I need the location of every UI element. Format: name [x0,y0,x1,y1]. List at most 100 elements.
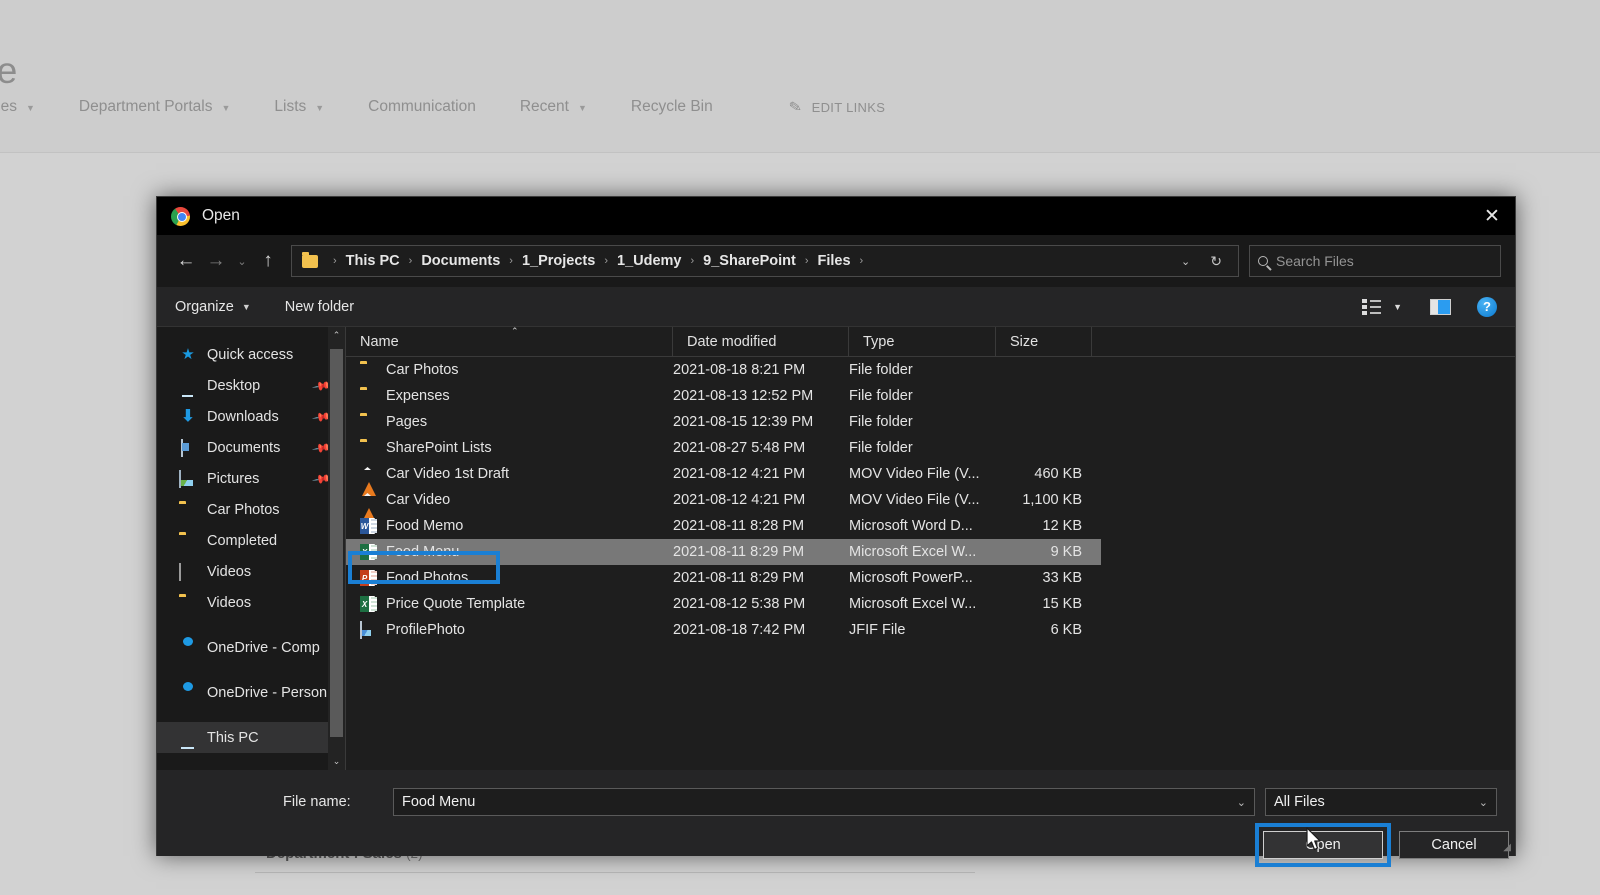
sidebar-item-quick-access[interactable]: ★ Quick access [157,339,345,370]
table-row[interactable]: Food Photos 2021-08-11 8:29 PM Microsoft… [346,565,1515,591]
refresh-icon[interactable]: ↻ [1200,253,1232,270]
nav-item-label: Communication [368,98,476,115]
scroll-down-arrow-icon[interactable]: ⌄ [328,753,345,770]
navigation-pane-scrollbar[interactable]: ⌃ ⌄ [328,327,345,770]
sidebar-item-completed[interactable]: Completed [157,525,345,556]
sidebar-item-documents[interactable]: Documents 📌 [157,432,345,463]
file-size: 15 KB [1042,596,1083,612]
chevron-down-icon[interactable]: ▼ [315,103,324,113]
table-row[interactable]: SharePoint Lists 2021-08-27 5:48 PM File… [346,435,1515,461]
file-name-value: Food Menu [402,794,476,810]
dialog-main-area: ★ Quick access Desktop 📌 ⬇ Downloads 📌 D… [157,326,1515,791]
command-bar: Organize ▼ New folder ▼ ? [157,287,1515,327]
this-pc-icon [179,730,197,746]
column-header-name[interactable]: Name ⌃ [346,326,673,357]
file-date: 2021-08-12 4:21 PM [673,492,806,508]
nav-item-pages[interactable]: ges ▼ [0,98,57,116]
sidebar-item-desktop[interactable]: Desktop 📌 [157,370,345,401]
table-row[interactable]: ProfilePhoto 2021-08-18 7:42 PM JFIF Fil… [346,617,1515,643]
file-name-cell: Car Photos [346,362,673,378]
breadcrumb-separator: › [859,255,864,267]
chevron-down-icon[interactable]: ⌄ [1171,255,1200,268]
table-row[interactable]: Car Video 1st Draft 2021-08-12 4:21 PM M… [346,461,1515,496]
table-row[interactable]: Pages 2021-08-15 12:39 PM File folder [346,409,1515,435]
change-view-button[interactable]: ▼ [1362,298,1402,315]
table-row[interactable]: Price Quote Template 2021-08-12 5:38 PM … [346,591,1515,617]
chevron-down-icon[interactable]: ▼ [578,103,587,113]
scroll-up-arrow-icon[interactable]: ⌃ [328,327,345,344]
forward-button[interactable]: → [201,246,231,276]
nav-item-recycle-bin[interactable]: Recycle Bin [609,98,735,116]
chevron-down-icon[interactable]: ▼ [1393,302,1402,312]
scrollbar-thumb[interactable] [330,349,343,737]
up-one-level-button[interactable]: ↑ [253,246,283,276]
open-button[interactable]: Open [1263,831,1383,859]
organize-button[interactable]: Organize ▼ [175,299,251,315]
folder-icon [179,502,197,518]
sidebar-item-videos-folder[interactable]: Videos [157,587,345,618]
table-row-selected[interactable]: Food Menu 2021-08-11 8:29 PM Microsoft E… [346,539,1101,565]
table-row[interactable]: Expenses 2021-08-13 12:52 PM File folder [346,383,1515,409]
file-type: File folder [849,414,913,430]
breadcrumb-1-projects[interactable]: 1_Projects [522,253,595,269]
column-header-date-modified[interactable]: Date modified [673,326,849,357]
pencil-icon: ✎ [787,98,804,117]
nav-item-lists[interactable]: Lists ▼ [252,98,346,116]
recent-locations-button[interactable]: ⌄ [231,246,253,276]
cancel-button[interactable]: Cancel [1399,831,1509,859]
table-row[interactable]: Food Memo 2021-08-11 8:28 PM Microsoft W… [346,513,1515,539]
breadcrumb-separator: › [690,255,695,267]
breadcrumb-files[interactable]: Files [818,253,851,269]
sidebar-item-label: Downloads [207,408,279,425]
chevron-down-icon[interactable]: ▼ [26,103,35,113]
sidebar-item-label: Pictures [207,470,260,487]
help-icon[interactable]: ? [1477,296,1497,317]
chevron-down-icon[interactable]: ⌄ [1479,796,1488,809]
sidebar-item-onedrive-company[interactable]: OneDrive - Comp [157,632,345,663]
sidebar-item-downloads[interactable]: ⬇ Downloads 📌 [157,401,345,432]
nav-item-recent[interactable]: Recent ▼ [498,98,609,116]
file-name-cell: Pages [346,414,673,430]
file-name-input[interactable]: Food Menu ⌄ [393,788,1255,816]
nav-item-department-portals[interactable]: Department Portals ▼ [57,98,252,116]
new-folder-button[interactable]: New folder [285,299,354,315]
column-label: Size [1010,333,1039,350]
file-type-filter-select[interactable]: All Files ⌄ [1265,788,1497,816]
breadcrumb-separator: › [408,255,413,267]
file-date: 2021-08-11 8:29 PM [673,570,805,586]
file-name-cell: Food Memo [346,518,673,534]
column-header-size[interactable]: Size [996,326,1092,357]
breadcrumb-address-bar[interactable]: › This PC › Documents › 1_Projects › 1_U… [291,245,1239,277]
sidebar-item-label: Videos [207,563,252,580]
sidebar-item-car-photos[interactable]: Car Photos [157,494,345,525]
excel-document-icon [360,596,377,612]
edit-links-button[interactable]: ✎ EDIT LINKS [767,98,907,117]
chevron-down-icon[interactable]: ⌄ [1237,796,1246,809]
sidebar-item-videos-library[interactable]: Videos [157,556,345,587]
breadcrumb-9-sharepoint[interactable]: 9_SharePoint [703,253,796,269]
resize-grip-icon[interactable]: ◢ [1503,842,1511,853]
cloud-icon [179,685,197,701]
nav-item-communication[interactable]: Communication [346,98,498,116]
word-document-icon [360,518,377,534]
search-input[interactable]: Search Files [1249,245,1501,277]
sidebar-item-label: Completed [207,532,278,549]
nav-item-label: Recycle Bin [630,98,713,115]
preview-pane-icon[interactable] [1430,298,1451,315]
table-row[interactable]: Car Video 2021-08-12 4:21 PM MOV Video F… [346,487,1515,522]
sidebar-item-this-pc[interactable]: This PC [157,722,345,753]
sidebar-item-pictures[interactable]: Pictures 📌 [157,463,345,494]
breadcrumb-this-pc[interactable]: This PC [346,253,400,269]
column-header-type[interactable]: Type [849,326,996,357]
dialog-title: Open [202,207,240,224]
open-file-dialog: Open ✕ ← → ⌄ ↑ › This PC › Documents › 1… [156,196,1516,867]
close-icon[interactable]: ✕ [1469,197,1515,235]
chevron-down-icon[interactable]: ▼ [221,103,230,113]
file-size: 1,100 KB [1022,492,1082,508]
table-row[interactable]: Car Photos 2021-08-18 8:21 PM File folde… [346,357,1515,383]
breadcrumb-1-udemy[interactable]: 1_Udemy [617,253,681,269]
back-button[interactable]: ← [171,246,201,276]
breadcrumb-documents[interactable]: Documents [421,253,500,269]
sidebar-item-onedrive-personal[interactable]: OneDrive - Person [157,677,345,708]
file-type-filter-value: All Files [1274,794,1325,810]
